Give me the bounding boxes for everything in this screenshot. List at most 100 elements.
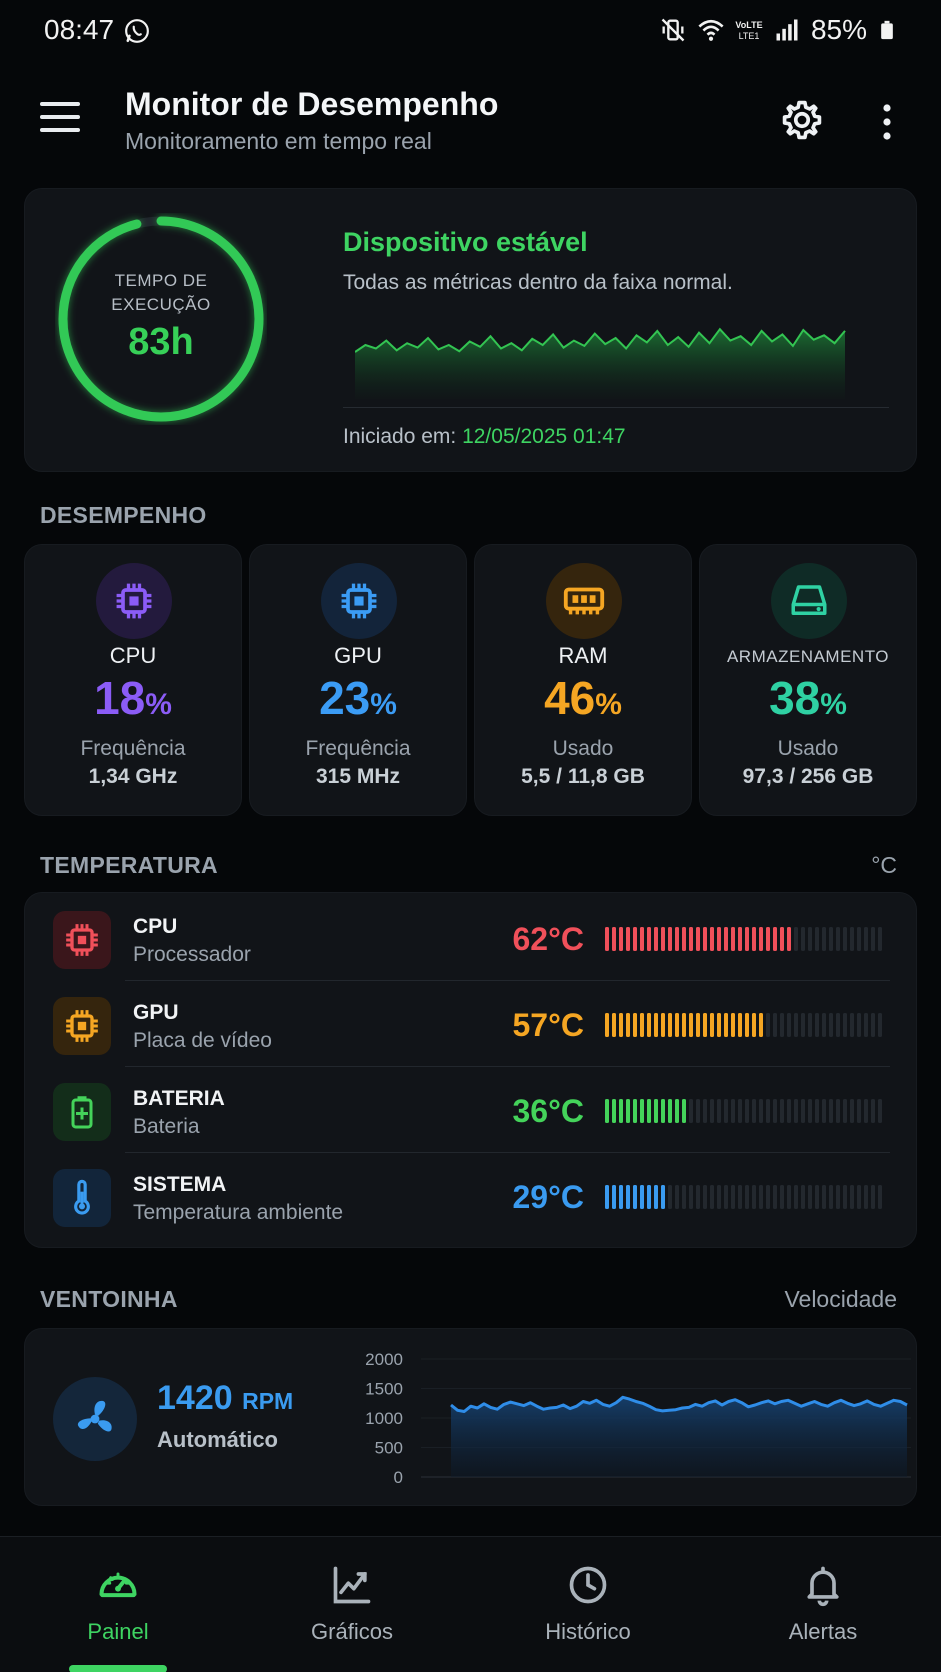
temp-bar-segment-empty	[878, 927, 882, 951]
temp-row-cpu[interactable]: CPU Processador 62°C	[25, 895, 918, 981]
temp-bar-segment-filled	[661, 927, 665, 951]
metric-detail: 315 MHz	[315, 765, 401, 788]
temp-bar-segment-filled	[675, 927, 679, 951]
metric-unit: %	[370, 688, 397, 721]
temp-bar-segment-filled	[675, 1013, 679, 1037]
temp-bar-segment-filled	[661, 1185, 665, 1209]
fan-speed-chart: 2000 1500 1000 500 0	[365, 1350, 911, 1487]
temp-bar-segment-empty	[822, 927, 826, 951]
metric-card-cpu[interactable]: CPU 18% Frequência 1,34 GHz	[24, 544, 242, 816]
temp-sub: Processador	[133, 943, 251, 966]
temp-bar-segment-empty	[857, 1099, 861, 1123]
temp-bar-segment-empty	[857, 1013, 861, 1037]
metric-label: Frequência	[80, 737, 186, 760]
temp-bar-segment-filled	[675, 1099, 679, 1123]
fan-card[interactable]: 1420 RPM Automático 2000 1500 1000 500 0	[24, 1328, 917, 1506]
temp-bar-segment-filled	[633, 927, 637, 951]
nav-item-alertas[interactable]: Alertas	[743, 1563, 903, 1645]
temp-bar-segment-filled	[626, 1013, 630, 1037]
temp-bar-segment-empty	[815, 1185, 819, 1209]
nav-item-historico[interactable]: Histórico	[508, 1563, 668, 1645]
temp-bar-segment-filled	[654, 1099, 658, 1123]
temp-bar-segment-filled	[682, 927, 686, 951]
temp-bar-segment-filled	[626, 927, 630, 951]
nav-item-painel[interactable]: Painel	[38, 1563, 198, 1645]
metric-card-gpu[interactable]: GPU 23% Frequência 315 MHz	[249, 544, 467, 816]
more-vert-icon[interactable]	[870, 102, 904, 142]
temp-bar-segment-empty	[801, 1185, 805, 1209]
thermometer-icon	[53, 1169, 111, 1227]
temp-bar-segment-empty	[696, 1099, 700, 1123]
temp-bar-segment-empty	[864, 1013, 868, 1037]
temp-bar-segment-filled	[703, 927, 707, 951]
temp-bar-segment-empty	[871, 1099, 875, 1123]
temp-row-gpu[interactable]: GPU Placa de vídeo 57°C	[25, 981, 918, 1067]
battery-charging-icon	[53, 1083, 111, 1141]
temp-value: 29°C	[512, 1179, 585, 1215]
temp-bar-segment-empty	[794, 1099, 798, 1123]
temp-bar-segment-empty	[675, 1185, 679, 1209]
bell-icon	[807, 1566, 839, 1607]
metric-unit: %	[820, 688, 847, 721]
temp-bar-segment-filled	[668, 1013, 672, 1037]
temp-bar-segment-filled	[605, 1185, 609, 1209]
metric-value: 38%	[700, 671, 916, 725]
metric-card-ram[interactable]: RAM 46% Usado 5,5 / 11,8 GB	[474, 544, 692, 816]
temp-bar-segment-empty	[738, 1185, 742, 1209]
temp-bar-segment-empty	[836, 1013, 840, 1037]
status-right-group: VoLTE LTE1 85%	[659, 14, 897, 46]
temp-bar-segment-empty	[843, 1099, 847, 1123]
temp-row-battery[interactable]: BATERIA Bateria 36°C	[25, 1067, 918, 1153]
temp-bar-segment-empty	[759, 1185, 763, 1209]
temp-bar-segment-empty	[773, 1185, 777, 1209]
temp-bar-segment-filled	[710, 927, 714, 951]
temp-bar-segment-filled	[696, 1013, 700, 1037]
temp-bar-segment-empty	[766, 1013, 770, 1037]
temp-row-system[interactable]: SISTEMA Temperatura ambiente 29°C	[25, 1153, 918, 1239]
temp-bar-segment-empty	[850, 1185, 854, 1209]
temp-bar-segment-filled	[717, 1013, 721, 1037]
metric-value: 46%	[475, 671, 691, 725]
temp-bar-segment-empty	[745, 1099, 749, 1123]
metric-unit: %	[595, 688, 622, 721]
temp-bar-segment-empty	[822, 1013, 826, 1037]
gear-icon[interactable]	[780, 98, 824, 142]
temp-bar-segment-empty	[794, 1013, 798, 1037]
metric-card-storage[interactable]: ARMAZENAMENTO 38% Usado 97,3 / 256 GB	[699, 544, 917, 816]
temp-bar-segment-empty	[752, 1185, 756, 1209]
temp-bar-segment-filled	[647, 1185, 651, 1209]
temp-bar-segment-filled	[640, 927, 644, 951]
wifi-icon	[698, 19, 724, 41]
temp-bar-segment-filled	[647, 1013, 651, 1037]
temp-bar-segment-empty	[703, 1185, 707, 1209]
temp-value: 36°C	[512, 1093, 585, 1129]
temp-bar-segment-empty	[836, 1185, 840, 1209]
temp-bar	[605, 1099, 882, 1123]
fan-rpm-value: 1420	[157, 1379, 233, 1417]
metric-name: ARMAZENAMENTO	[726, 647, 890, 666]
clock-icon	[569, 1566, 607, 1604]
temp-bar-segment-empty	[829, 1185, 833, 1209]
metric-number: 46	[544, 672, 596, 724]
temp-name: BATERIA	[133, 1087, 225, 1110]
fan-rpm: 1420 RPM	[157, 1379, 293, 1418]
metric-number: 23	[319, 672, 371, 724]
metric-detail: 1,34 GHz	[88, 765, 178, 788]
temp-bar-segment-empty	[871, 1013, 875, 1037]
mute-vibrate-icon	[661, 18, 685, 42]
temp-sub: Bateria	[133, 1115, 200, 1138]
bottom-navigation: Painel Gráficos Histórico Alertas	[0, 1536, 941, 1672]
temp-bar-segment-filled	[654, 927, 658, 951]
menu-icon[interactable]	[40, 102, 86, 142]
temp-sub: Placa de vídeo	[133, 1029, 272, 1052]
gpu-chip-icon	[53, 997, 111, 1055]
cpu-icon	[96, 563, 172, 639]
temp-bar-segment-filled	[668, 1099, 672, 1123]
metric-unit: %	[145, 688, 172, 721]
temp-bar-segment-filled	[626, 1099, 630, 1123]
temp-bar-segment-empty	[864, 927, 868, 951]
temp-bar-segment-filled	[724, 927, 728, 951]
temp-bar-segment-empty	[829, 1013, 833, 1037]
temp-bar-segment-filled	[759, 1013, 763, 1037]
nav-item-graficos[interactable]: Gráficos	[272, 1563, 432, 1645]
